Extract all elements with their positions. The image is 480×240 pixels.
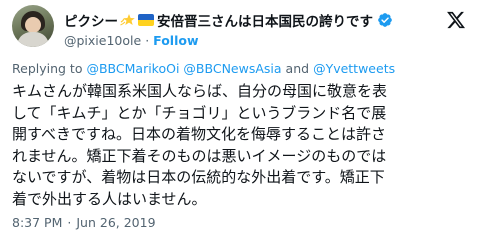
star-emoji-icon	[120, 14, 135, 26]
tweet-line: して「キムチ」とか「チョゴリ」というブランド名で展	[12, 103, 387, 122]
tweet-line: 着で外出する人はいません。	[12, 189, 207, 208]
display-name[interactable]: ピクシー	[64, 10, 118, 30]
tweet-line: 開すべきですね。日本の着物文化を侮辱することは許さ	[12, 125, 386, 143]
tweet-timestamp[interactable]: 8:37 PM · Jun 26, 2019	[12, 215, 156, 230]
ukraine-flag-icon	[138, 14, 154, 26]
replying-prefix: Replying to	[12, 61, 83, 76]
replying-conjunction: and	[285, 61, 310, 76]
tweet-line: キムさんが韓国系米国人ならば、自分の母国に敬意を表	[12, 82, 388, 100]
tweet-text: キムさんが韓国系米国人ならば、自分の母国に敬意を表 して「キムチ」とか「チョゴリ…	[12, 81, 472, 210]
x-logo-icon[interactable]	[446, 10, 466, 30]
follow-button[interactable]: Follow	[153, 33, 198, 48]
tweet-line: ないですが、着物は日本の伝統的な外出着です。矯正下	[12, 168, 385, 186]
reply-user-link[interactable]: @Yvettweets	[313, 61, 395, 76]
author-name-row[interactable]: ピクシー 安倍晋三さんは日本国民の誇りです	[64, 10, 393, 30]
timestamp-separator: ·	[67, 215, 72, 230]
handle-separator: ·	[145, 32, 150, 48]
tweet-header: ピクシー 安倍晋三さんは日本国民の誇りです @pixie10ole · Foll…	[12, 4, 468, 54]
verified-badge-icon[interactable]	[377, 12, 393, 28]
display-name-suffix[interactable]: 安倍晋三さんは日本国民の誇りです	[157, 10, 373, 30]
avatar[interactable]	[12, 5, 54, 47]
reply-user-link[interactable]: @BBCMarikoOi	[86, 61, 179, 76]
tweet-date[interactable]: Jun 26, 2019	[76, 215, 155, 230]
replying-to: Replying to @BBCMarikoOi @BBCNewsAsia an…	[12, 61, 395, 76]
author-handle-row: @pixie10ole · Follow	[64, 31, 199, 49]
author-handle[interactable]: @pixie10ole	[64, 33, 141, 48]
tweet-time[interactable]: 8:37 PM	[12, 215, 62, 230]
tweet-line: れません。矯正下着そのものは悪いイメージのものでは	[12, 146, 387, 165]
reply-user-link[interactable]: @BBCNewsAsia	[183, 61, 281, 76]
